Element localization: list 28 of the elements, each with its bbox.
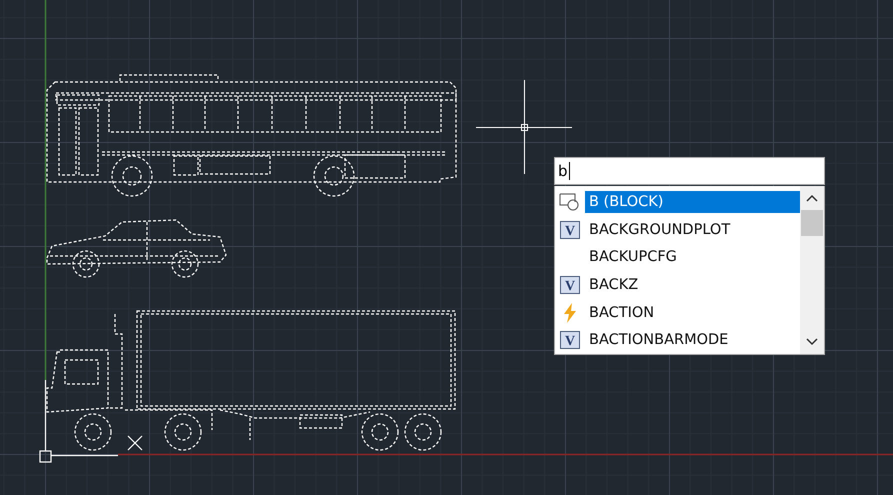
crosshair-cursor-icon [476,80,572,174]
variable-icon: V [560,220,580,238]
scroll-down-icon[interactable] [806,338,818,346]
ucs-y-axis-line [44,380,46,451]
command-input-field[interactable]: b [554,157,825,185]
suggestion-label: B (BLOCK) [585,190,800,213]
suggestion-item[interactable]: V BACTIONBARMODE [555,326,800,354]
suggestion-item[interactable]: BACKUPCFG [555,243,800,272]
suggestion-item[interactable]: V BACKZ [555,271,800,299]
variable-icon: V [560,276,580,294]
suggestion-label: BACKGROUNDPLOT [588,220,732,240]
suggestion-item[interactable]: B (BLOCK) [555,188,800,216]
suggestion-item[interactable]: V BACKGROUNDPLOT [555,216,800,244]
variable-icon: V [560,331,580,350]
suggestion-label: BACTION [588,304,656,323]
suggestion-label: BACKUPCFG [588,248,678,268]
ucs-origin-icon [39,450,52,463]
suggestion-label: BACTIONBARMODE [588,331,730,350]
block-icon [559,192,581,211]
ucs-x-axis-line [51,454,118,456]
suggestion-label: BACKZ [588,276,640,295]
lightning-icon [563,302,577,323]
scrollbar-thumb[interactable] [801,210,823,236]
command-input-text: b [558,162,568,180]
scrollbar[interactable] [800,186,824,354]
suggestion-item[interactable]: BACTION [555,298,800,326]
x-mark-icon [127,435,143,451]
scroll-up-icon[interactable] [806,194,818,202]
